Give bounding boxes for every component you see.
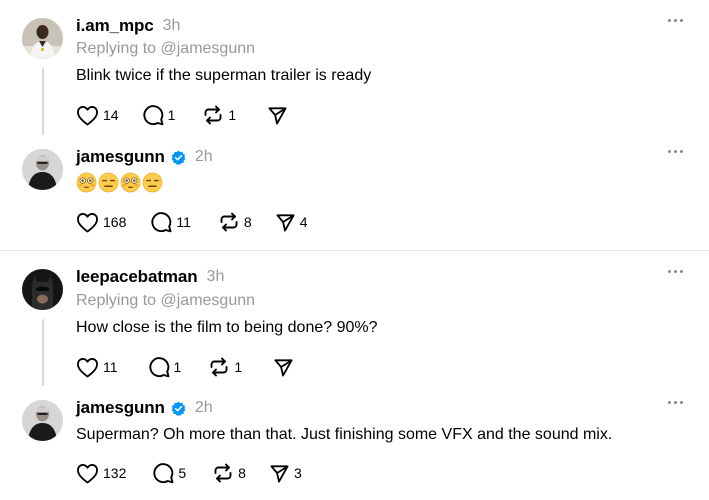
more-icon[interactable] (668, 19, 683, 22)
repost-icon (204, 105, 222, 125)
post-header: i.am_mpc 3h (76, 14, 180, 38)
reply-count: 1 (173, 359, 182, 375)
avatar-jamesgunn[interactable] (22, 149, 63, 190)
like-button[interactable]: 14 (76, 103, 119, 127)
heart-icon (77, 105, 98, 125)
reply-button[interactable]: 11 (150, 210, 191, 234)
verified-badge-icon (171, 401, 186, 416)
post-time: 3h (162, 17, 181, 34)
reply-count: 11 (176, 214, 191, 230)
send-icon (274, 358, 293, 377)
share-button[interactable] (267, 103, 292, 127)
comment-icon (153, 463, 174, 484)
thread-line (42, 319, 44, 386)
repost-count: 1 (228, 107, 237, 123)
comment-icon (148, 357, 169, 378)
replying-to[interactable]: Replying to @jamesgunn (76, 40, 255, 58)
avatar-jamesgunn[interactable] (22, 400, 63, 441)
like-count: 168 (103, 214, 127, 230)
like-button[interactable]: 132 (76, 461, 126, 485)
post-header: jamesgunn 2h (76, 396, 213, 420)
more-icon[interactable] (668, 270, 683, 273)
send-icon (268, 106, 287, 125)
heart-icon (77, 357, 98, 377)
post-actions: 11 1 1 (76, 355, 298, 379)
reply-count: 5 (178, 465, 187, 481)
more-icon[interactable] (668, 150, 683, 153)
repost-icon (220, 212, 238, 232)
like-count: 11 (103, 359, 118, 375)
post-time: 3h (206, 268, 225, 285)
heart-icon (77, 463, 98, 483)
post-time: 2h (194, 399, 213, 416)
reply-button[interactable]: 5 (152, 461, 186, 485)
post-header: leepacebatman 3h (76, 265, 224, 289)
post-actions: 132 5 8 3 (76, 461, 302, 485)
flushed-face-icon (76, 172, 97, 193)
repost-button[interactable]: 8 (212, 461, 246, 485)
like-count: 132 (103, 465, 127, 481)
comment-icon (151, 212, 172, 233)
repost-icon (214, 463, 232, 483)
expressionless-face-icon (98, 172, 119, 193)
verified-badge-icon (171, 150, 186, 165)
more-icon[interactable] (668, 401, 683, 404)
post-actions: 168 11 8 4 (76, 210, 308, 234)
heart-icon (77, 212, 98, 232)
comment-icon (143, 105, 164, 126)
repost-button[interactable]: 1 (208, 355, 242, 379)
repost-button[interactable]: 8 (218, 210, 252, 234)
username[interactable]: jamesgunn (76, 398, 165, 418)
share-count: 3 (293, 465, 302, 481)
send-icon (276, 213, 295, 232)
reply-button[interactable]: 1 (142, 103, 176, 127)
expressionless-face-icon (142, 172, 163, 193)
share-button[interactable]: 3 (269, 461, 302, 485)
share-count: 4 (299, 214, 308, 230)
repost-count: 1 (234, 359, 243, 375)
repost-button[interactable]: 1 (202, 103, 236, 127)
emoji-row (76, 172, 163, 193)
repost-icon (210, 357, 228, 377)
share-button[interactable] (273, 355, 298, 379)
like-button[interactable]: 11 (76, 355, 118, 379)
post-text: Superman? Oh more than that. Just finish… (76, 426, 613, 443)
like-count: 14 (103, 107, 119, 123)
replying-to[interactable]: Replying to @jamesgunn (76, 292, 255, 310)
share-button[interactable]: 4 (275, 210, 308, 234)
avatar-i-am-mpc[interactable] (22, 18, 63, 59)
post-text: Blink twice if the superman trailer is r… (76, 67, 372, 84)
username[interactable]: i.am_mpc (76, 16, 154, 36)
reply-count: 1 (167, 107, 176, 123)
username[interactable]: leepacebatman (76, 267, 198, 287)
post-header: jamesgunn 2h (76, 145, 213, 169)
avatar-leepacebatman[interactable] (22, 269, 63, 310)
like-button[interactable]: 168 (76, 210, 126, 234)
thread-line (42, 68, 44, 135)
post-actions: 14 1 1 (76, 103, 292, 127)
repost-count: 8 (243, 214, 252, 230)
repost-count: 8 (238, 465, 246, 481)
post-time: 2h (194, 148, 213, 165)
flushed-face-icon (120, 172, 141, 193)
send-icon (270, 464, 289, 483)
post-text: How close is the film to being done? 90%… (76, 319, 378, 336)
username[interactable]: jamesgunn (76, 147, 165, 167)
reply-button[interactable]: 1 (148, 355, 182, 379)
thread-divider (0, 250, 709, 251)
